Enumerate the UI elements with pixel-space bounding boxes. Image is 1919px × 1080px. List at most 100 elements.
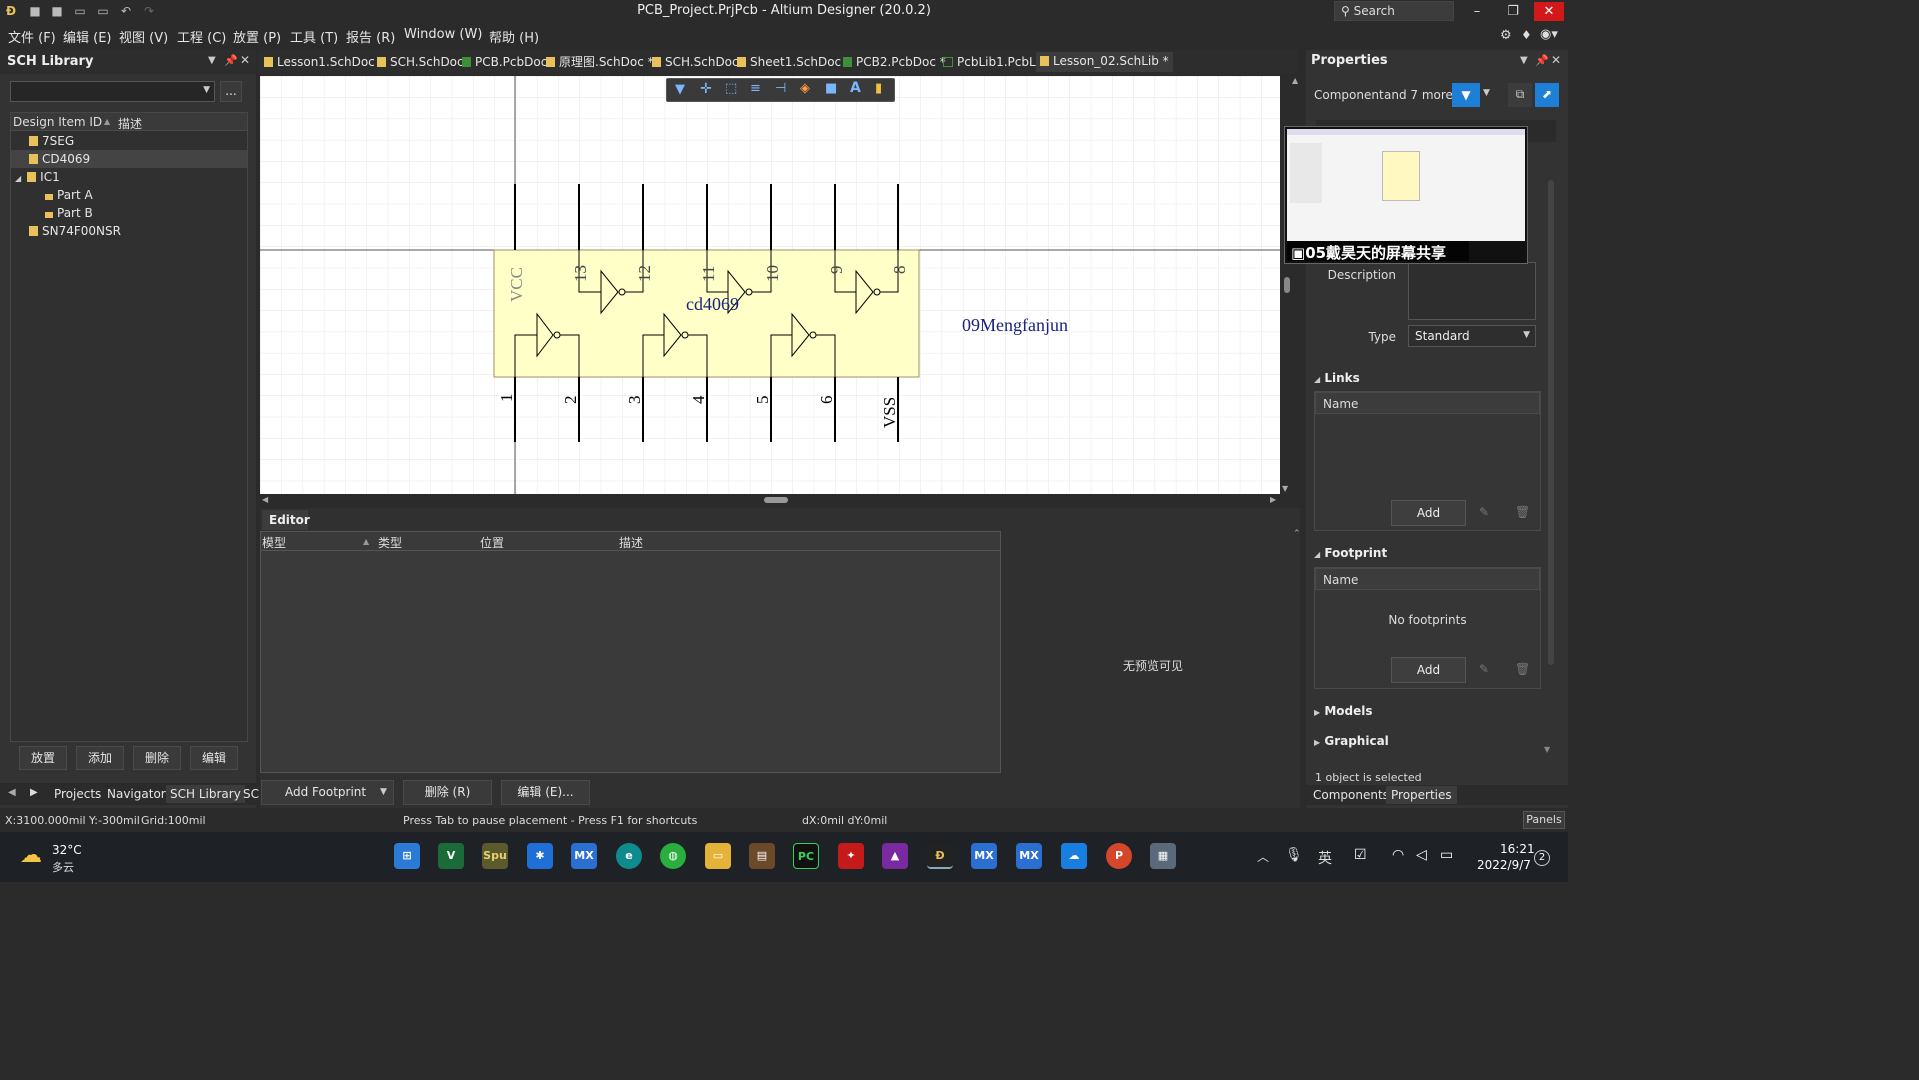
list-item[interactable]: SN74F00NSR	[11, 222, 247, 240]
menu-window[interactable]: Window (W)	[404, 27, 482, 42]
tab-pcblib1[interactable]: PcbLib1.PcbLib	[943, 53, 1047, 71]
type-select[interactable]: Standard ▼	[1408, 325, 1536, 347]
weather-icon[interactable]: ☁	[20, 843, 42, 868]
add-footprint-prop-button[interactable]: Add	[1391, 657, 1466, 683]
rectangle-icon[interactable]: ■	[825, 81, 837, 96]
move-icon[interactable]: ✛	[700, 81, 712, 97]
panels-button[interactable]: Panels	[1523, 811, 1565, 829]
footprint-header[interactable]: Name	[1315, 568, 1540, 590]
tab-scroll-left-icon[interactable]: ◀	[8, 787, 16, 798]
panel-close-icon[interactable]: ✕	[1551, 53, 1561, 67]
spu-icon[interactable]: Spu	[482, 843, 508, 869]
menu-reports[interactable]: 报告 (R)	[346, 27, 395, 46]
col-description[interactable]: 描述	[118, 115, 142, 132]
text-icon[interactable]: A	[850, 80, 861, 96]
menu-place[interactable]: 放置 (P)	[233, 27, 281, 46]
edit-model-button[interactable]: 编辑 (E)...	[501, 780, 590, 805]
scroll-right-icon[interactable]: ▶	[1270, 495, 1276, 504]
panel-menu-icon[interactable]: ▼	[1520, 55, 1528, 66]
editor-tab[interactable]: Editor	[262, 510, 310, 530]
part-icon[interactable]: ▮	[875, 81, 882, 96]
col-type[interactable]: 类型	[378, 534, 402, 551]
schematic-canvas[interactable]: VCC 13 12 11 10 9 8 1 2 3 4 5 6 VSS cd40…	[260, 76, 1280, 494]
app-icon-16[interactable]: ▦	[1150, 843, 1176, 869]
star-app-icon[interactable]: ✱	[527, 843, 553, 869]
tab-sch-schdoc[interactable]: SCH.SchDoc	[377, 53, 464, 71]
wechat-icon[interactable]: ◍	[660, 843, 686, 869]
browse-button[interactable]: ...	[220, 81, 242, 102]
dropdown-icon[interactable]: ▼	[380, 781, 387, 804]
list-item[interactable]: Part B	[11, 204, 247, 222]
delete-icon[interactable]: 🗑	[1515, 662, 1530, 676]
app-icon-7[interactable]: ▤	[749, 843, 775, 869]
tab-components[interactable]: Components	[1313, 788, 1389, 802]
add-link-button[interactable]: Add	[1391, 500, 1466, 526]
menu-file[interactable]: 文件 (F)	[8, 27, 56, 46]
tab-pcb-pcbdoc[interactable]: PCB.PcbDoc	[462, 53, 547, 71]
tab-pcb2-pcbdoc[interactable]: PCB2.PcbDoc *	[843, 53, 946, 71]
tab-lesson02-schlib-active[interactable]: Lesson_02.SchLib *	[1036, 52, 1173, 72]
delete-button[interactable]: 删除	[133, 746, 181, 770]
tab-sch-library[interactable]: SCH Library	[166, 785, 245, 803]
scroll-down-icon[interactable]: ▼	[1544, 745, 1550, 754]
feishu-icon[interactable]: ☁	[1061, 843, 1087, 869]
close-button[interactable]: ✕	[1534, 2, 1564, 21]
tab-navigator[interactable]: Navigator	[107, 787, 166, 801]
pin-icon[interactable]: 📌	[224, 54, 238, 67]
tab-scroll-right-icon[interactable]: ▶	[30, 787, 38, 798]
menu-project[interactable]: 工程 (C)	[177, 27, 226, 46]
col-location[interactable]: 位置	[480, 534, 504, 551]
tab-sheet1-schdoc[interactable]: Sheet1.SchDoc *	[737, 53, 851, 71]
align-icon[interactable]: ≡	[750, 81, 761, 96]
edit-icon[interactable]: ✎	[1479, 662, 1489, 676]
panel-close-icon[interactable]: ✕	[240, 53, 250, 67]
links-section-header[interactable]: ◢ Links	[1314, 371, 1360, 385]
tab-lesson1-schdoc[interactable]: Lesson1.SchDoc *	[264, 53, 385, 71]
menu-view[interactable]: 视图 (V)	[119, 27, 168, 46]
tab-sc[interactable]: SC	[243, 787, 259, 801]
notification-badge[interactable]: 2	[1534, 850, 1550, 866]
list-item[interactable]: Part A	[11, 186, 247, 204]
start-icon[interactable]: ⊞	[394, 843, 420, 869]
restore-button[interactable]: ❐	[1498, 2, 1528, 21]
links-header[interactable]: Name	[1315, 392, 1540, 414]
tab-properties[interactable]: Properties	[1386, 786, 1457, 804]
pdf-icon[interactable]: ✦	[838, 843, 864, 869]
ieee-symbol-icon[interactable]: ◈	[800, 81, 810, 96]
menu-tools[interactable]: 工具 (T)	[290, 27, 338, 46]
clock-date[interactable]: 2022/9/7	[1477, 858, 1531, 872]
ime-indicator[interactable]: 英	[1318, 848, 1332, 868]
file-explorer-icon[interactable]: ▭	[705, 843, 731, 869]
add-footprint-button[interactable]: Add Footprint ▼	[261, 780, 394, 805]
list-item[interactable]: 7SEG	[11, 132, 247, 150]
col-design-item-id[interactable]: Design Item ID	[13, 115, 102, 129]
graphical-section-header[interactable]: ▶ Graphical	[1314, 734, 1389, 748]
horizontal-scroll-thumb[interactable]	[764, 497, 788, 503]
delete-icon[interactable]: 🗑	[1515, 505, 1530, 519]
mx-app-icon[interactable]: MX	[571, 843, 597, 869]
microphone-icon[interactable]: 🎙	[1285, 847, 1303, 863]
pycharm-icon[interactable]: PC	[793, 843, 819, 869]
tab-sch-schdoc-2[interactable]: SCH.SchDoc	[652, 53, 739, 71]
col-desc[interactable]: 描述	[619, 534, 643, 551]
scroll-up-icon[interactable]: ▲	[1292, 76, 1298, 85]
filter-icon[interactable]: ▼	[675, 82, 685, 97]
edge-icon[interactable]: e	[616, 843, 642, 869]
footprint-section-header[interactable]: ◢ Footprint	[1314, 546, 1387, 560]
collapse-icon[interactable]: ⌃	[1293, 529, 1301, 539]
menu-edit[interactable]: 编辑 (E)	[63, 27, 112, 46]
powerpoint-icon[interactable]: P	[1106, 843, 1132, 869]
settings-icon[interactable]: ⚙	[1500, 28, 1512, 43]
pin-icon[interactable]: 📌	[1535, 54, 1549, 67]
edit-button[interactable]: 编辑	[190, 746, 238, 770]
altium-taskbar-icon[interactable]: Ð	[927, 843, 953, 869]
scroll-down-icon[interactable]: ▼	[1282, 484, 1288, 493]
models-section-header[interactable]: ▶ Models	[1314, 704, 1373, 718]
properties-scrollbar[interactable]	[1548, 180, 1554, 665]
vivado-icon[interactable]: V	[438, 843, 464, 869]
place-button[interactable]: 放置	[19, 746, 67, 770]
pin-place-icon[interactable]: ⊣	[775, 81, 786, 96]
minimize-button[interactable]: –	[1462, 2, 1492, 21]
col-model[interactable]: 模型	[262, 534, 286, 551]
tray-expand-icon[interactable]: ︿	[1257, 848, 1269, 865]
